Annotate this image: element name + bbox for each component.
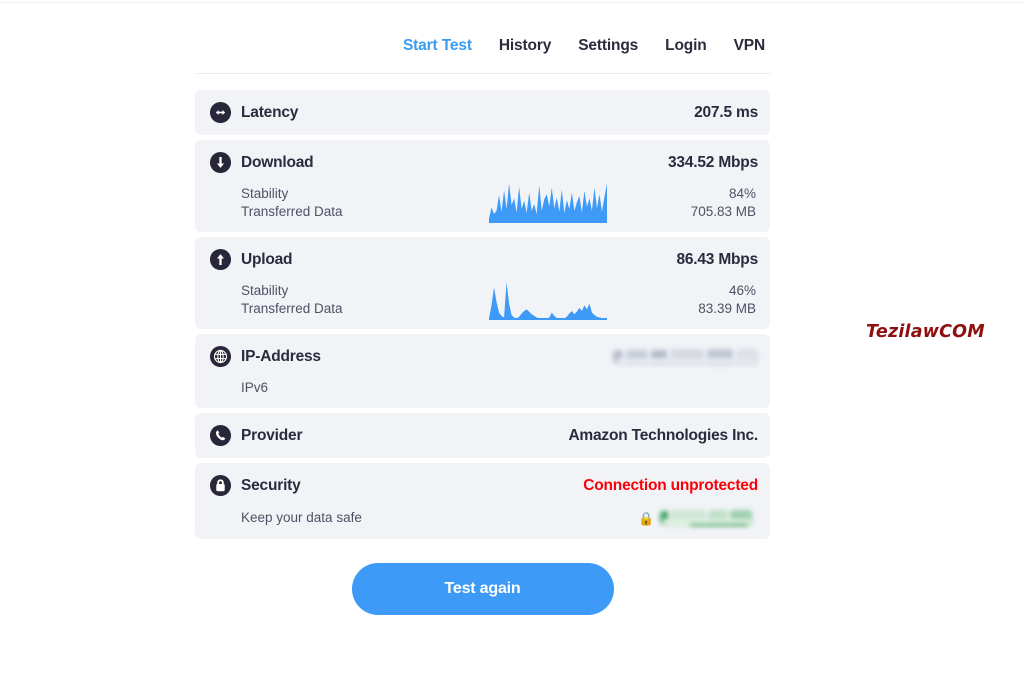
result-label-security: Security <box>241 476 301 494</box>
upload-stability-label: Stability <box>241 283 289 298</box>
result-row-download[interactable]: Download 334.52 Mbps Stability Transferr… <box>195 140 770 232</box>
result-row-security[interactable]: Security Connection unprotected Keep you… <box>195 463 770 539</box>
arrow-down-circle-icon <box>209 151 232 174</box>
cta-container: Test again <box>195 563 770 615</box>
result-value-upload: 86.43 Mbps <box>676 250 758 268</box>
result-row-upload[interactable]: Upload 86.43 Mbps Stability Transferred … <box>195 237 770 329</box>
result-value-provider: Amazon Technologies Inc. <box>568 426 758 444</box>
speedtest-app: Start Test History Settings Login VPN La… <box>195 0 770 615</box>
result-label-provider: Provider <box>241 426 303 444</box>
vpn-link-redacted-text <box>660 509 755 527</box>
arrow-up-circle-icon <box>209 248 232 271</box>
nav-item-settings[interactable]: Settings <box>578 37 638 55</box>
ip-address-sub-label: IPv6 <box>241 380 269 395</box>
download-transferred-label: Transferred Data <box>241 204 343 219</box>
upload-stability-sparkline <box>489 282 607 320</box>
nav-item-login[interactable]: Login <box>665 37 707 55</box>
globe-icon <box>209 345 232 368</box>
download-transferred-value: 705.83 MB <box>690 204 756 219</box>
result-row-latency[interactable]: Latency 207.5 ms <box>195 90 770 135</box>
ip-address-redacted-value <box>613 347 758 366</box>
download-stability-sparkline <box>489 183 607 223</box>
security-sub-label: Keep your data safe <box>241 510 362 525</box>
results-list: Latency 207.5 ms Download 334.52 Mbps St… <box>195 74 770 539</box>
arrows-horizontal-icon <box>209 101 232 124</box>
result-label-upload: Upload <box>241 250 293 268</box>
lock-icon <box>209 474 232 497</box>
padlock-emoji-icon: 🔒 <box>638 510 655 526</box>
result-label-latency: Latency <box>241 103 299 121</box>
result-label-ip-address: IP-Address <box>241 347 321 365</box>
upload-transferred-label: Transferred Data <box>241 301 343 316</box>
test-again-button[interactable]: Test again <box>351 563 614 615</box>
result-row-ip-address[interactable]: IP-Address IPv6 <box>195 334 770 408</box>
result-label-download: Download <box>241 153 314 171</box>
main-navigation: Start Test History Settings Login VPN <box>195 0 770 74</box>
download-stability-label: Stability <box>241 186 289 201</box>
nav-item-history[interactable]: History <box>499 37 552 55</box>
download-stability-value: 84% <box>728 186 756 201</box>
security-vpn-link[interactable]: 🔒 <box>638 508 758 528</box>
result-value-security: Connection unprotected <box>583 476 758 494</box>
watermark: TezilawCOM <box>866 322 985 342</box>
phone-icon <box>209 424 232 447</box>
result-value-latency: 207.5 ms <box>694 103 758 121</box>
upload-transferred-value: 83.39 MB <box>698 301 756 316</box>
result-row-provider[interactable]: Provider Amazon Technologies Inc. <box>195 413 770 458</box>
result-value-download: 334.52 Mbps <box>668 153 758 171</box>
nav-item-start-test[interactable]: Start Test <box>403 37 472 55</box>
nav-item-vpn[interactable]: VPN <box>734 37 766 55</box>
upload-stability-value: 46% <box>728 283 756 298</box>
